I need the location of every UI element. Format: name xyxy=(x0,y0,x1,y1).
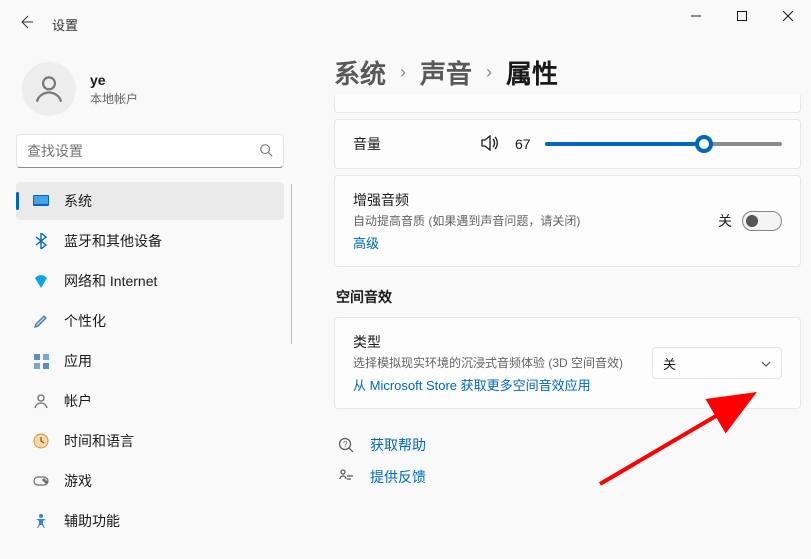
brush-icon xyxy=(32,312,50,330)
enhance-title: 增强音频 xyxy=(353,190,700,210)
get-help-text: 获取帮助 xyxy=(370,435,426,455)
minimize-button[interactable] xyxy=(673,0,719,32)
feedback-text: 提供反馈 xyxy=(370,467,426,487)
nav-label: 时间和语言 xyxy=(64,431,134,451)
window-controls xyxy=(673,0,811,48)
nav-item-system[interactable]: 系统 xyxy=(16,182,284,220)
nav-label: 辅助功能 xyxy=(64,511,120,531)
svg-text:?: ? xyxy=(343,440,348,449)
search-input[interactable] xyxy=(27,143,259,159)
nav-list: 系统 蓝牙和其他设备 网络和 Internet xyxy=(0,182,300,540)
user-profile[interactable]: ye 本地帐户 xyxy=(0,56,300,134)
nav-label: 个性化 xyxy=(64,311,106,331)
breadcrumb-current: 属性 xyxy=(506,54,558,91)
slider-thumb[interactable] xyxy=(695,135,713,153)
speaker-icon[interactable] xyxy=(481,135,499,154)
accounts-icon xyxy=(32,392,50,410)
toggle-state-label: 关 xyxy=(718,211,732,231)
sidebar-scrollbar[interactable] xyxy=(291,184,292,540)
titlebar: 设置 xyxy=(0,0,811,48)
nav-item-accessibility[interactable]: 辅助功能 xyxy=(16,502,284,540)
apps-icon xyxy=(32,352,50,370)
spatial-heading: 空间音效 xyxy=(336,287,801,307)
get-help-link[interactable]: ? 获取帮助 xyxy=(334,429,801,461)
nav-label: 帐户 xyxy=(64,391,92,411)
bluetooth-icon xyxy=(32,232,50,250)
enhance-audio-card: 增强音频 自动提高音质 (如果遇到声音问题，请关闭) 高级 关 xyxy=(334,175,801,267)
system-icon xyxy=(32,192,50,210)
enhance-toggle[interactable]: 关 xyxy=(718,211,782,231)
window-title: 设置 xyxy=(52,15,78,34)
breadcrumb-mid[interactable]: 声音 xyxy=(420,54,472,91)
help-icon: ? xyxy=(336,436,356,454)
sidebar: ye 本地帐户 系统 xyxy=(0,48,300,559)
spatial-type-label: 类型 xyxy=(353,332,634,352)
breadcrumb: 系统 › 声音 › 属性 xyxy=(334,54,801,91)
feedback-link[interactable]: 提供反馈 xyxy=(334,461,801,493)
nav-label: 网络和 Internet xyxy=(64,271,157,291)
volume-slider[interactable] xyxy=(545,142,782,146)
nav-item-bluetooth[interactable]: 蓝牙和其他设备 xyxy=(16,222,284,260)
volume-label: 音量 xyxy=(353,134,463,154)
nav-item-gaming[interactable]: 游戏 xyxy=(16,462,284,500)
nav-item-network[interactable]: 网络和 Internet xyxy=(16,262,284,300)
enhance-sub: 自动提高音质 (如果遇到声音问题，请关闭) xyxy=(353,212,700,229)
chevron-right-icon: › xyxy=(400,62,406,83)
nav-label: 系统 xyxy=(64,191,92,211)
dropdown-value: 关 xyxy=(663,354,676,373)
spatial-type-sub: 选择模拟现实环境的沉浸式音频体验 (3D 空间音效) xyxy=(353,354,634,371)
maximize-button[interactable] xyxy=(719,0,765,32)
nav-label: 游戏 xyxy=(64,471,92,491)
close-button[interactable] xyxy=(765,0,811,32)
card-clipped xyxy=(334,95,801,113)
user-account-type: 本地帐户 xyxy=(90,90,138,107)
back-button[interactable] xyxy=(18,14,34,35)
search-icon xyxy=(259,143,273,160)
toggle-switch[interactable] xyxy=(742,211,782,231)
wifi-icon xyxy=(32,272,50,290)
nav-item-apps[interactable]: 应用 xyxy=(16,342,284,380)
chevron-right-icon: › xyxy=(486,62,492,83)
spatial-type-card: 类型 选择模拟现实环境的沉浸式音频体验 (3D 空间音效) 从 Microsof… xyxy=(334,317,801,409)
nav-item-personalization[interactable]: 个性化 xyxy=(16,302,284,340)
gaming-icon xyxy=(32,472,50,490)
search-box[interactable] xyxy=(16,134,284,168)
main-content: 系统 › 声音 › 属性 音量 67 增强 xyxy=(300,48,811,559)
clock-icon xyxy=(32,432,50,450)
nav-item-time[interactable]: 时间和语言 xyxy=(16,422,284,460)
avatar xyxy=(22,62,76,116)
spatial-store-link[interactable]: 从 Microsoft Store 获取更多空间音效应用 xyxy=(353,375,591,394)
breadcrumb-root[interactable]: 系统 xyxy=(334,54,386,91)
user-name: ye xyxy=(90,72,138,88)
volume-card: 音量 67 xyxy=(334,119,801,169)
spatial-type-dropdown[interactable]: 关 xyxy=(652,347,782,379)
chevron-down-icon xyxy=(761,356,771,370)
nav-label: 蓝牙和其他设备 xyxy=(64,231,162,251)
nav-item-accounts[interactable]: 帐户 xyxy=(16,382,284,420)
feedback-icon xyxy=(336,468,356,486)
nav-label: 应用 xyxy=(64,351,92,371)
volume-value: 67 xyxy=(515,136,531,152)
enhance-advanced-link[interactable]: 高级 xyxy=(353,233,379,252)
accessibility-icon xyxy=(32,512,50,530)
